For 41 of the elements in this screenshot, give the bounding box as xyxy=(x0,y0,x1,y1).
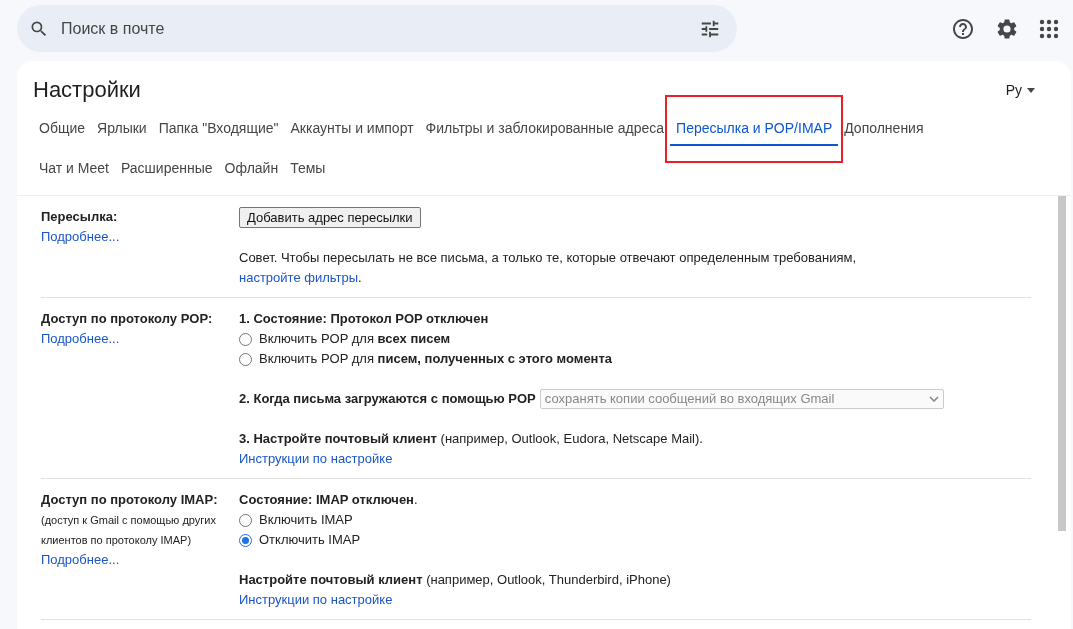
learn-more-link[interactable]: Подробнее... xyxy=(41,552,120,567)
settings-tab[interactable]: Чат и Meet xyxy=(33,152,115,186)
settings-tab[interactable]: Дополнения xyxy=(838,112,930,146)
settings-tab[interactable]: Фильтры и заблокированные адреса xyxy=(419,112,671,146)
radio-option[interactable]: Включить IMAP xyxy=(239,510,1031,530)
instruction-text: Состояние: IMAP отключен. xyxy=(239,491,419,509)
settings-tab[interactable]: Офлайн xyxy=(218,152,285,186)
language-selector[interactable]: Ру xyxy=(1005,82,1035,98)
download-option-label: 2. Когда письма загружаются с помощью POP xyxy=(239,390,536,408)
radio-option[interactable]: Включить POP для писем, полученных с этого момента xyxy=(239,349,1031,369)
section-label: Пересылка: xyxy=(41,208,119,226)
settings-tab[interactable]: Расширенные xyxy=(114,152,219,186)
settings-tab[interactable]: Аккаунты и импорт xyxy=(284,112,420,146)
settings-tab[interactable]: Пересылка и POP/IMAP xyxy=(670,112,839,146)
setup-instructions-link[interactable]: Инструкции по настройке xyxy=(239,451,393,466)
chevron-down-icon xyxy=(928,396,939,402)
add-forwarding-address-button[interactable]: Добавить адрес пересылки xyxy=(239,207,421,228)
settings-tab[interactable]: Папка "Входящие" xyxy=(152,112,285,146)
apps-grid-icon[interactable] xyxy=(1039,18,1059,39)
status-heading: 1. Состояние: Протокол POP отключен xyxy=(239,310,490,328)
learn-more-link[interactable]: Подробнее... xyxy=(41,331,120,346)
section-note: (доступ к Gmail с помощью других клиентов по протоколу IMAP) xyxy=(41,513,217,548)
radio-option[interactable]: Отключить IMAP xyxy=(239,530,1031,550)
page-title: Настройки xyxy=(33,77,141,103)
caret-icon xyxy=(1027,87,1035,93)
setup-instructions-link[interactable]: Инструкции по настройке xyxy=(239,592,393,607)
settings-icon[interactable] xyxy=(995,16,1019,41)
search-field[interactable]: Поиск в почте xyxy=(17,5,737,52)
settings-tab[interactable]: Темы xyxy=(284,152,332,186)
instruction-text: 3. Настройте почтовый клиент (например, Outlook, Eudora, Netscape Mail). xyxy=(239,430,704,448)
settings-tab[interactable]: Ярлыки xyxy=(91,112,153,146)
section-label: Доступ по протоколу POP: xyxy=(41,310,214,328)
scrollbar-thumb[interactable] xyxy=(1058,196,1066,531)
settings-tab[interactable]: Общие xyxy=(33,112,92,146)
radio-option[interactable]: Включить POP для всех писем xyxy=(239,329,1031,349)
search-field[interactable]: Поиск в почте xyxy=(59,18,699,39)
section-label: Доступ по протоколу IMAP: xyxy=(41,491,219,509)
instruction-text: Настройте почтовый клиент (например, Outlook, Thunderbird, iPhone) xyxy=(239,571,672,589)
learn-more-link[interactable]: Подробнее... xyxy=(41,229,120,244)
help-icon[interactable] xyxy=(951,16,975,41)
tip-text: Совет. Чтобы пересылать не все письма, а только те, которые отвечают определенным требованиям, настройте фильтры. xyxy=(239,249,858,287)
